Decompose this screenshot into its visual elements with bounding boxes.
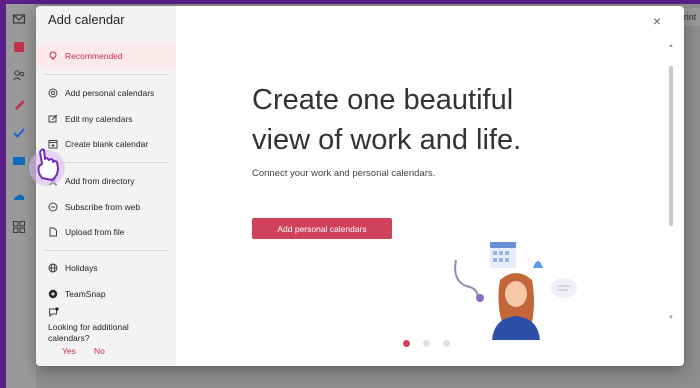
nav-label: Edit my calendars <box>65 114 133 124</box>
headline-line-2: view of work and life. <box>252 124 522 156</box>
nav-label: Create blank calendar <box>65 139 149 149</box>
nav-label: Subscribe from web <box>65 202 141 212</box>
hero-subtitle: Connect your work and personal calendars… <box>252 168 436 179</box>
edit-icon <box>47 114 58 125</box>
lightbulb-icon <box>47 51 58 62</box>
nav-teamsnap[interactable]: TeamSnap <box>36 282 176 306</box>
feedback-icon <box>49 307 59 318</box>
dialog-title: Add calendar <box>48 12 125 27</box>
hero-illustration <box>454 242 577 340</box>
divider <box>44 74 168 75</box>
scrollbar-thumb[interactable] <box>669 66 673 226</box>
nav-label: Upload from file <box>65 227 125 237</box>
outlook-icon[interactable] <box>12 154 26 168</box>
hero-headline: Create one beautiful view of work and li… <box>252 80 572 160</box>
more-calendars-prompt: Looking for additional calendars? <box>48 322 129 343</box>
yes-link[interactable]: Yes <box>62 346 76 356</box>
onedrive-icon[interactable] <box>12 190 26 204</box>
people-icon[interactable] <box>12 68 26 82</box>
close-button[interactable]: × <box>650 14 664 28</box>
calendar-icon[interactable] <box>12 40 26 54</box>
scroll-up-arrow[interactable]: ▲ <box>666 42 676 50</box>
nav-recommended[interactable]: Recommended <box>36 44 176 68</box>
nav-edit-my-calendars[interactable]: Edit my calendars <box>36 107 176 131</box>
nav-subscribe-from-web[interactable]: Subscribe from web <box>36 195 176 219</box>
nav-holidays[interactable]: Holidays <box>36 256 176 280</box>
attach-icon[interactable] <box>12 98 26 112</box>
add-personal-calendars-button[interactable]: Add personal calendars <box>252 218 392 239</box>
nav-label: Holidays <box>65 263 98 273</box>
divider <box>44 250 168 251</box>
nav-label: Recommended <box>65 51 123 61</box>
carousel-dot-2[interactable] <box>423 340 430 347</box>
headline-line-1: Create one beautiful <box>252 84 514 116</box>
globe-icon <box>47 263 58 274</box>
nav-label: Add from directory <box>65 176 135 186</box>
scroll-down-arrow[interactable]: ▼ <box>666 314 676 322</box>
nav-add-personal-calendars[interactable]: Add personal calendars <box>36 81 176 105</box>
app-rail <box>6 4 36 388</box>
mail-icon[interactable] <box>12 12 26 26</box>
nav-upload-from-file[interactable]: Upload from file <box>36 220 176 244</box>
at-icon <box>47 88 58 99</box>
no-link[interactable]: No <box>94 346 105 356</box>
link-icon <box>47 202 58 213</box>
file-icon <box>47 227 58 238</box>
apps-icon[interactable] <box>12 220 26 234</box>
hand-cursor-icon <box>29 148 65 186</box>
teamsnap-icon <box>47 289 58 300</box>
nav-label: Add personal calendars <box>65 88 155 98</box>
add-calendar-dialog: Add calendar Recommended Add personal ca… <box>36 6 684 366</box>
nav-label: TeamSnap <box>65 289 106 299</box>
todo-icon[interactable] <box>12 126 26 140</box>
carousel-dot-1[interactable] <box>403 340 410 347</box>
carousel-dot-3[interactable] <box>443 340 450 347</box>
